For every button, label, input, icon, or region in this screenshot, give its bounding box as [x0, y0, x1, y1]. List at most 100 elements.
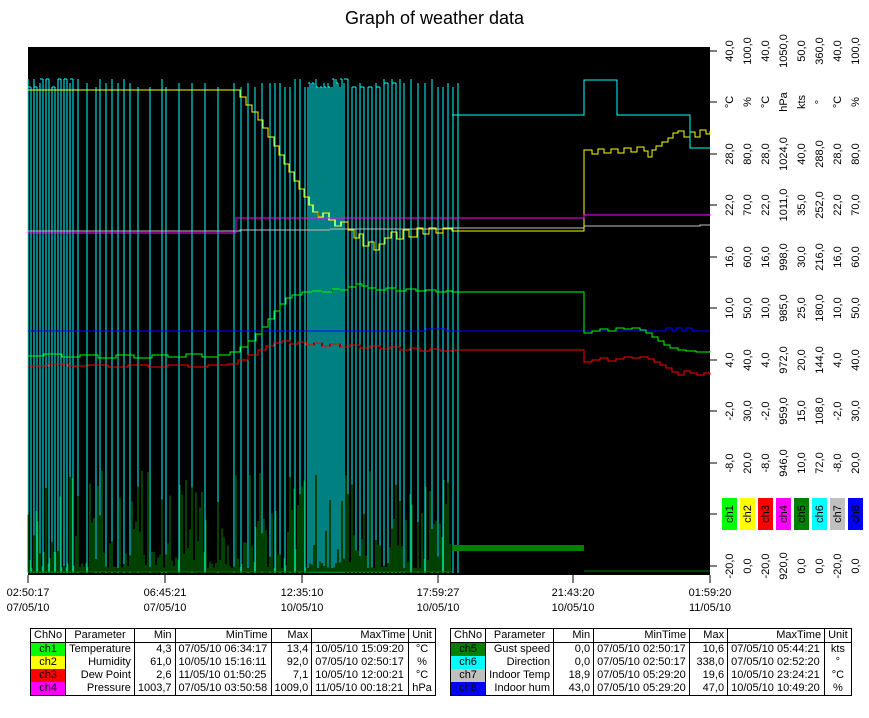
- y-axis-label: -8,0: [760, 454, 772, 473]
- table-row-ch3: ch3Dew Point2,611/05/10 01:50:257,110/05…: [31, 669, 436, 682]
- y-axis-label: 4,0: [724, 352, 736, 367]
- weather-chart: 02:50:1707/05/1006:45:2107/05/1012:35:10…: [0, 0, 869, 622]
- y-axis-label: °C: [760, 96, 772, 108]
- y-axis-label: 22,0: [760, 194, 772, 215]
- y-axis-label: 20,0: [742, 452, 754, 473]
- y-axis-label: -2,0: [724, 402, 736, 421]
- cell: Gust speed: [486, 643, 554, 657]
- y-axis-label: 0,0: [742, 558, 754, 573]
- y-axis-label: 22,0: [832, 194, 844, 215]
- y-axis-label: 946,0: [778, 449, 790, 477]
- y-axis-label: kts: [796, 94, 808, 109]
- table-header-max: Max: [690, 629, 728, 643]
- cell: 61,0: [134, 656, 175, 669]
- y-axis-label: 40,0: [760, 40, 772, 61]
- cell: %: [409, 656, 436, 669]
- y-axis-label: %: [742, 97, 754, 107]
- y-axis-label: 28,0: [724, 143, 736, 164]
- y-axis-label: 10,0: [760, 297, 772, 318]
- table-row-ch5: ch5Gust speed0,007/05/10 02:50:1710,607/…: [451, 643, 852, 657]
- channel-badge-ch8: ch8: [451, 682, 486, 696]
- cell: 19,6: [690, 669, 728, 682]
- y-axis-label: 0,0: [796, 558, 808, 573]
- y-axis-label: 80,0: [850, 143, 862, 164]
- y-axis-label: 180,0: [814, 294, 826, 322]
- cell: Humidity: [66, 656, 135, 669]
- x-tick-time: 06:45:21: [144, 587, 187, 599]
- x-tick-time: 01:59:20: [689, 587, 732, 599]
- y-axis-label: 16,0: [832, 246, 844, 267]
- x-tick-date: 10/05/10: [552, 602, 595, 614]
- y-axis-label: -20,0: [760, 553, 772, 578]
- cell: 7,1: [271, 669, 312, 682]
- minmax-table-right: ChNoParameterMinMinTimeMaxMaxTimeUnitch5…: [450, 628, 852, 696]
- table-row-ch7: ch7Indoor Temp18,907/05/10 05:29:2019,61…: [451, 669, 852, 682]
- right-axis: 40,0100,040,01050,050,0360,040,0100,0°C%…: [710, 34, 863, 580]
- cell: 07/05/10 05:44:21: [728, 643, 825, 657]
- y-axis-label: 20,0: [796, 349, 808, 370]
- y-axis-label: -2,0: [832, 402, 844, 421]
- cell: Indoor hum: [486, 682, 554, 696]
- table-header-max: Max: [271, 629, 312, 643]
- y-axis-label: 16,0: [760, 246, 772, 267]
- y-axis-label: 10,0: [724, 297, 736, 318]
- cell: hPa: [409, 682, 436, 696]
- table-header-min: Min: [134, 629, 175, 643]
- legend-label-ch5: ch5: [796, 505, 808, 523]
- cell: °C: [825, 669, 852, 682]
- cell: 13,4: [271, 643, 312, 657]
- y-axis-label: 1050,0: [778, 34, 790, 68]
- x-tick-date: 11/05/10: [689, 602, 731, 614]
- y-axis-label: 360,0: [814, 37, 826, 65]
- y-axis-label: 60,0: [742, 246, 754, 267]
- legend-label-ch8: ch8: [850, 505, 862, 523]
- cell: °: [825, 656, 852, 669]
- cell: 11/05/10 00:18:21: [312, 682, 409, 696]
- y-axis-label: hPa: [778, 91, 790, 111]
- legend-label-ch7: ch7: [832, 505, 844, 523]
- channel-badge-ch3: ch3: [31, 669, 66, 682]
- y-axis-label: 985,0: [778, 294, 790, 322]
- cell: 10/05/10 23:24:21: [728, 669, 825, 682]
- cell: 07/05/10 02:50:17: [312, 656, 409, 669]
- x-tick-date: 07/05/10: [7, 602, 50, 614]
- y-axis-label: 40,0: [832, 40, 844, 61]
- legend-label-ch1: ch1: [724, 505, 736, 523]
- cell: 10/05/10 15:09:20: [312, 643, 409, 657]
- y-axis-label: 70,0: [742, 194, 754, 215]
- cell: 07/05/10 05:29:20: [594, 669, 690, 682]
- y-axis-label: 40,0: [742, 349, 754, 370]
- y-axis-label: 0,0: [850, 558, 862, 573]
- x-tick-date: 07/05/10: [144, 602, 187, 614]
- y-axis-label: 35,0: [796, 194, 808, 215]
- cell: 338,0: [690, 656, 728, 669]
- y-axis-label: 10,0: [832, 297, 844, 318]
- y-axis-label: 28,0: [832, 143, 844, 164]
- x-tick-time: 17:59:27: [417, 587, 460, 599]
- y-axis-label: 80,0: [742, 143, 754, 164]
- y-axis-label: 920,0: [778, 552, 790, 580]
- y-axis-label: 10,0: [796, 452, 808, 473]
- cell: 10/05/10 15:16:11: [175, 656, 271, 669]
- y-axis-label: 15,0: [796, 400, 808, 421]
- y-axis-label: 22,0: [724, 194, 736, 215]
- cell: 07/05/10 05:29:20: [594, 682, 690, 696]
- channel-badge-ch6: ch6: [451, 656, 486, 669]
- table-row-ch2: ch2Humidity61,010/05/10 15:16:1192,007/0…: [31, 656, 436, 669]
- y-axis-label: -8,0: [832, 454, 844, 473]
- cell: 92,0: [271, 656, 312, 669]
- table-row-ch8: ch8Indoor hum43,007/05/10 05:29:2047,010…: [451, 682, 852, 696]
- cell: Direction: [486, 656, 554, 669]
- cell: 10/05/10 10:49:20: [728, 682, 825, 696]
- y-axis-label: 1024,0: [778, 137, 790, 171]
- y-axis-label: 40,0: [724, 40, 736, 61]
- y-axis-label: 40,0: [850, 349, 862, 370]
- channel-badge-ch2: ch2: [31, 656, 66, 669]
- y-axis-label: 972,0: [778, 346, 790, 374]
- y-axis-label: 40,0: [796, 143, 808, 164]
- y-axis-label: 72,0: [814, 452, 826, 473]
- cell: 0,0: [554, 656, 594, 669]
- cell: 07/05/10 03:50:58: [175, 682, 271, 696]
- y-axis-label: 70,0: [850, 194, 862, 215]
- legend-label-ch6: ch6: [814, 505, 826, 523]
